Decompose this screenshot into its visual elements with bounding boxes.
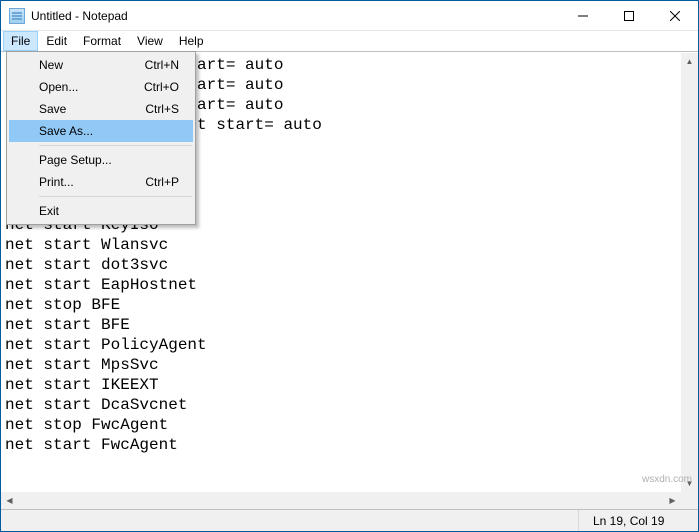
scroll-track[interactable] (18, 492, 664, 509)
menubar: File Edit Format View Help (1, 31, 698, 52)
menu-save[interactable]: SaveCtrl+S (9, 98, 193, 120)
menu-help[interactable]: Help (171, 31, 212, 51)
scroll-right-button[interactable]: ▶ (664, 492, 681, 509)
watermark: wsxdn.com (642, 474, 692, 485)
menu-format[interactable]: Format (75, 31, 129, 51)
status-cursor-position: Ln 19, Col 19 (578, 510, 698, 531)
menu-print[interactable]: Print...Ctrl+P (9, 171, 193, 193)
file-dropdown: NewCtrl+N Open...Ctrl+O SaveCtrl+S Save … (6, 51, 196, 225)
window-controls (560, 1, 698, 30)
menu-page-setup[interactable]: Page Setup... (9, 149, 193, 171)
maximize-button[interactable] (606, 1, 652, 30)
window-title: Untitled - Notepad (31, 9, 128, 23)
menu-file[interactable]: File (3, 31, 38, 51)
menu-save-as[interactable]: Save As... (9, 120, 193, 142)
scroll-track[interactable] (681, 70, 698, 475)
scroll-left-button[interactable]: ◀ (1, 492, 18, 509)
scroll-corner (681, 492, 698, 509)
menu-view[interactable]: View (129, 31, 171, 51)
close-button[interactable] (652, 1, 698, 30)
statusbar: Ln 19, Col 19 (1, 509, 698, 531)
menu-separator (39, 145, 192, 146)
menu-separator (39, 196, 192, 197)
titlebar: Untitled - Notepad (1, 1, 698, 31)
menu-new[interactable]: NewCtrl+N (9, 54, 193, 76)
horizontal-scrollbar[interactable]: ◀ ▶ (1, 492, 681, 509)
minimize-button[interactable] (560, 1, 606, 30)
vertical-scrollbar[interactable]: ▲ ▼ (681, 53, 698, 492)
menu-exit[interactable]: Exit (9, 200, 193, 222)
menu-edit[interactable]: Edit (38, 31, 75, 51)
menu-open[interactable]: Open...Ctrl+O (9, 76, 193, 98)
scroll-up-button[interactable]: ▲ (681, 53, 698, 70)
notepad-app-icon (9, 8, 25, 24)
